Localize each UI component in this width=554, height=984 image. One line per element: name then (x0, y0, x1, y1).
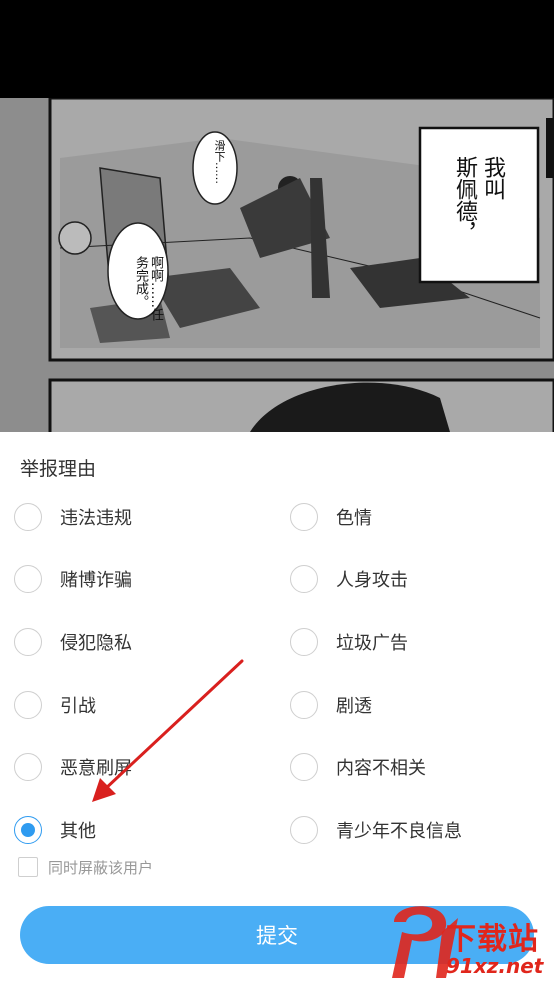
option-label: 色情 (336, 508, 372, 529)
option-spam-flooding[interactable]: 恶意刷屏 (14, 750, 132, 784)
option-label: 违法违规 (60, 508, 132, 529)
option-label: 恶意刷屏 (60, 758, 132, 779)
radio-button[interactable] (14, 565, 42, 593)
caption-col-2: 斯佩德， (452, 156, 477, 244)
option-privacy[interactable]: 侵犯隐私 (14, 625, 132, 659)
option-personal-attack[interactable]: 人身攻击 (290, 562, 408, 596)
option-flame-war[interactable]: 引战 (14, 688, 96, 722)
manga-page: 滑下…… 啊啊……任务完成。 我叫 斯佩德， (0, 98, 554, 432)
radio-button[interactable] (14, 753, 42, 781)
option-label: 人身攻击 (336, 570, 408, 591)
block-user-checkbox[interactable] (18, 857, 38, 877)
top-black-bar (0, 0, 554, 98)
speech-bubble-2: 啊啊……任务完成。 (133, 256, 163, 321)
option-irrelevant[interactable]: 内容不相关 (290, 750, 426, 784)
option-harmful-to-minors[interactable]: 青少年不良信息 (290, 813, 462, 847)
caption-col-1: 我叫 (480, 156, 505, 200)
submit-button[interactable]: 提交 (20, 906, 534, 964)
radio-button[interactable] (290, 753, 318, 781)
radio-button[interactable] (14, 503, 42, 531)
radio-button[interactable] (290, 628, 318, 656)
radio-button[interactable] (290, 503, 318, 531)
option-spam-ads[interactable]: 垃圾广告 (290, 625, 408, 659)
report-sheet: 举报理由 违法违规 赌博诈骗 侵犯隐私 引战 恶意刷屏 其他 色情 人身攻击 垃… (0, 432, 554, 984)
sheet-title: 举报理由 (20, 458, 97, 480)
option-other[interactable]: 其他 (14, 813, 96, 847)
speech-bubble-1: 滑下…… (213, 140, 226, 184)
option-gambling-fraud[interactable]: 赌博诈骗 (14, 562, 132, 596)
option-label: 其他 (60, 821, 96, 842)
option-label: 剧透 (336, 696, 372, 717)
radio-button[interactable] (290, 691, 318, 719)
option-pornography[interactable]: 色情 (290, 500, 372, 534)
option-illegal[interactable]: 违法违规 (14, 500, 132, 534)
radio-button-checked[interactable] (14, 816, 42, 844)
option-label: 引战 (60, 696, 96, 717)
block-user-label: 同时屏蔽该用户 (48, 858, 154, 877)
radio-button[interactable] (290, 565, 318, 593)
option-label: 内容不相关 (336, 758, 426, 779)
option-label: 垃圾广告 (336, 633, 408, 654)
radio-button[interactable] (14, 691, 42, 719)
radio-button[interactable] (14, 628, 42, 656)
option-label: 青少年不良信息 (336, 821, 462, 842)
option-label: 侵犯隐私 (60, 633, 132, 654)
manga-illustration (0, 98, 554, 432)
radio-button[interactable] (290, 816, 318, 844)
option-label: 赌博诈骗 (60, 570, 132, 591)
option-spoiler[interactable]: 剧透 (290, 688, 372, 722)
radio-dot-icon (21, 823, 35, 837)
block-user-row[interactable]: 同时屏蔽该用户 (18, 856, 153, 878)
